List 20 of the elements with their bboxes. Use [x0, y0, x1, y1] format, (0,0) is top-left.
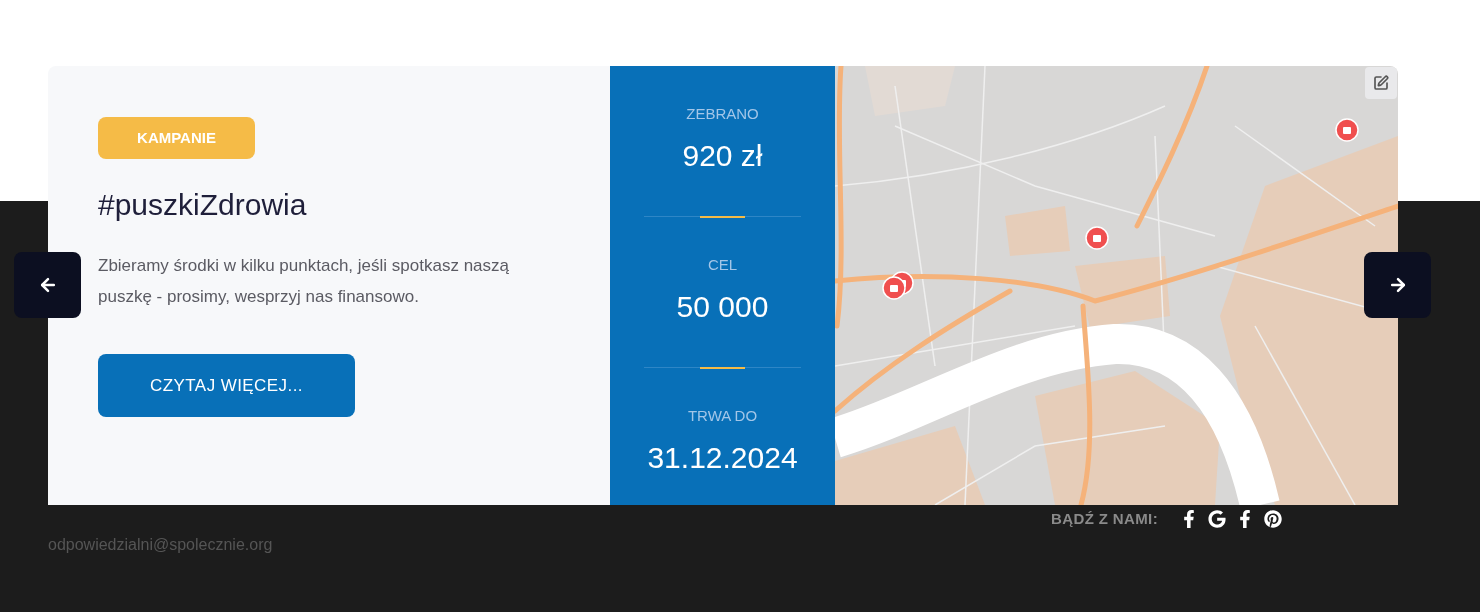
- stat-value: 920 zł: [682, 138, 763, 174]
- category-badge: KAMPANIE: [98, 117, 255, 159]
- google-icon[interactable]: [1208, 510, 1226, 528]
- social-label: BĄDŹ Z NAMI:: [1051, 508, 1158, 529]
- campaign-title: #puszkiZdrowia: [98, 187, 308, 223]
- map-pin-icon: [1085, 226, 1109, 250]
- pinterest-icon[interactable]: [1264, 510, 1282, 528]
- map-pin-icon: [1335, 118, 1359, 142]
- edit-icon: [1373, 75, 1389, 91]
- campaign-description: Zbieramy środki w kilku punktach, jeśli spotkasz naszą puszkę - prosimy, wesprzyj nas finansowo.: [98, 255, 510, 308]
- stat-label: TRWA DO: [687, 406, 758, 426]
- next-button[interactable]: [1364, 252, 1431, 318]
- map-pin-icon: [882, 276, 906, 300]
- previous-button[interactable]: [14, 252, 81, 318]
- read-more-button[interactable]: CZYTAJ WIĘCEJ...: [98, 354, 355, 417]
- stat-label: ZEBRANO: [686, 104, 759, 124]
- stat-value: 50 000: [676, 289, 769, 325]
- edit-button[interactable]: [1365, 67, 1397, 99]
- stat-label: CEL: [707, 255, 738, 275]
- stat-value: 31.12.2024: [647, 440, 798, 476]
